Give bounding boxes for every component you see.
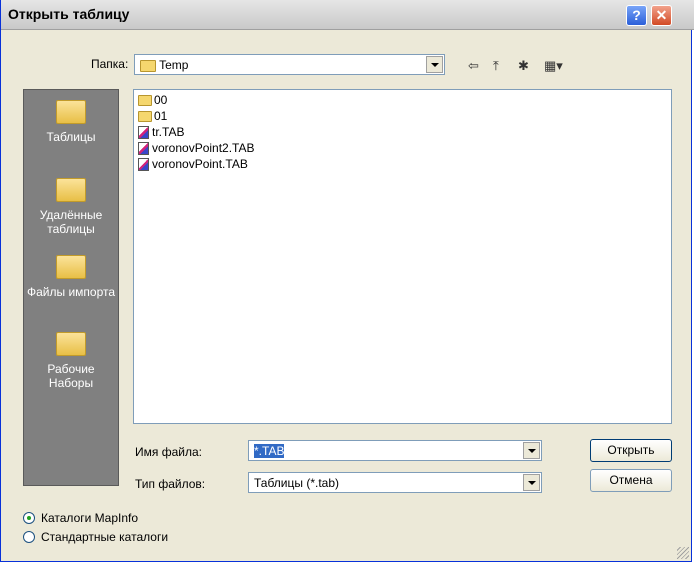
radio-label: Стандартные каталоги (41, 530, 169, 544)
filename-label: Имя файла: (135, 445, 202, 459)
lookin-label: Папка: (91, 57, 129, 71)
list-item[interactable]: 00 (138, 92, 167, 108)
sidebar-item-label: Удалённые таблицы (39, 208, 103, 236)
new-folder-icon[interactable]: ✱ (518, 58, 529, 74)
places-bar: Таблицы Удалённые таблицы Файлы импорта … (23, 89, 119, 486)
table-file-icon (138, 158, 149, 172)
list-item[interactable]: voronovPoint.TAB (138, 156, 248, 172)
filetype-select[interactable]: Таблицы (*.tab) (248, 472, 542, 493)
sidebar-item-import-files[interactable]: Файлы импорта (24, 255, 118, 299)
lookin-combo[interactable]: Temp (134, 54, 445, 75)
resize-grip[interactable] (677, 547, 689, 559)
file-name: 00 (154, 93, 168, 107)
file-name: voronovPoint.TAB (152, 157, 248, 171)
list-item[interactable]: voronovPoint2.TAB (138, 140, 255, 156)
file-name: voronovPoint2.TAB (152, 141, 255, 155)
chevron-down-icon[interactable] (523, 442, 540, 459)
folder-icon (56, 255, 86, 279)
radio-standard-dirs[interactable] (23, 531, 35, 543)
folder-icon (140, 59, 156, 72)
title-bar: Открыть таблицу ? ✕ (1, 0, 694, 30)
file-name: 01 (154, 109, 168, 123)
sidebar-item-tables[interactable]: Таблицы (24, 100, 118, 144)
open-button[interactable]: Открыть (590, 439, 672, 462)
sidebar-item-remote-tables[interactable]: Удалённые таблицы (24, 178, 118, 236)
filetype-value: Таблицы (*.tab) (254, 476, 340, 490)
cancel-button[interactable]: Отмена (590, 469, 672, 492)
folder-icon (138, 111, 152, 123)
filetype-label: Тип файлов: (135, 477, 206, 491)
up-folder-icon[interactable]: ⤒ (493, 58, 499, 74)
help-button[interactable]: ? (626, 5, 647, 26)
filename-combo[interactable]: *.TAB (248, 440, 542, 461)
table-file-icon (138, 126, 149, 140)
radio-mapinfo-dirs[interactable] (23, 512, 35, 524)
folder-icon (138, 95, 152, 107)
list-item[interactable]: tr.TAB (138, 124, 184, 140)
chevron-down-icon[interactable] (426, 56, 443, 73)
sidebar-item-label: Таблицы (46, 130, 96, 144)
sidebar-item-workspaces[interactable]: Рабочие Наборы (24, 332, 118, 390)
folder-icon (56, 100, 86, 124)
view-menu-icon[interactable]: ▦▾ (544, 58, 563, 74)
lookin-value-wrap: Temp (140, 58, 188, 72)
chevron-down-icon[interactable] (523, 474, 540, 491)
filename-value: *.TAB (254, 444, 285, 458)
table-file-icon (138, 142, 149, 156)
window-title: Открыть таблицу (8, 6, 130, 22)
file-name: tr.TAB (152, 125, 185, 139)
close-button[interactable]: ✕ (651, 5, 672, 26)
radio-label: Каталоги MapInfo (41, 511, 139, 525)
sidebar-item-label: Файлы импорта (26, 285, 116, 299)
lookin-value: Temp (159, 58, 189, 72)
folder-icon (56, 178, 86, 202)
back-icon[interactable]: ⇦ (468, 58, 479, 74)
list-item[interactable]: 01 (138, 108, 167, 124)
open-table-dialog: Открыть таблицу ? ✕ Папка: Temp ⇦ ⤒ ✱ ▦▾… (0, 0, 694, 562)
folder-icon (56, 332, 86, 356)
sidebar-item-label: Рабочие Наборы (47, 362, 95, 390)
file-list[interactable]: 00 01 tr.TAB voronovPoint2.TAB voronovPo… (133, 89, 672, 424)
filename-input[interactable]: *.TAB (254, 444, 285, 458)
